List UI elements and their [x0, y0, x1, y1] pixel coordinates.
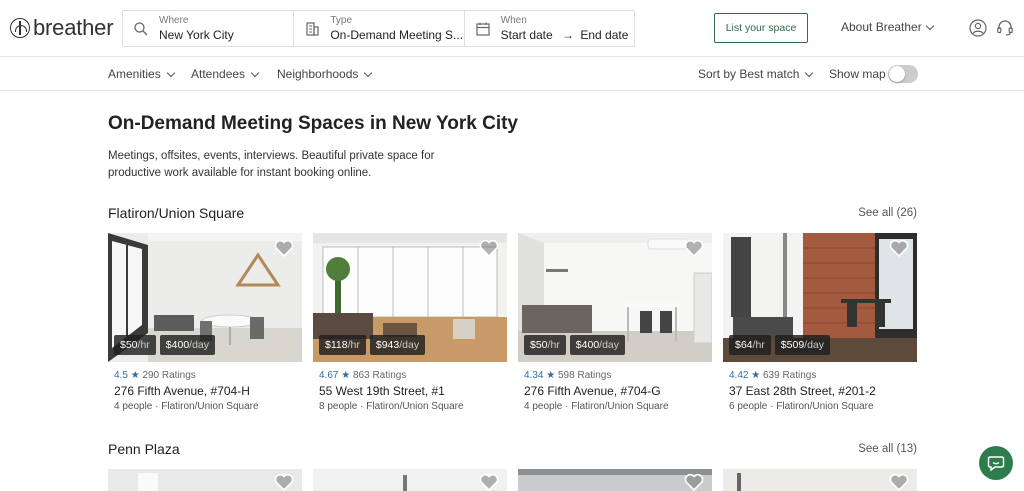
star-icon: ★: [130, 370, 140, 381]
start-date[interactable]: Start date: [501, 28, 553, 42]
hourly-price: $64/hr: [729, 335, 771, 355]
listing-photo[interactable]: $50/hr $400/day: [108, 233, 302, 362]
daily-price: $400/day: [159, 335, 216, 355]
neighborhoods-filter[interactable]: Neighborhoods: [277, 67, 373, 81]
favorite-heart-icon[interactable]: [274, 239, 294, 257]
building-icon: [306, 22, 319, 36]
daily-price: $509/day: [774, 335, 831, 355]
chevron-down-icon: [364, 68, 373, 77]
listing-title[interactable]: 276 Fifth Avenue, #704-G: [524, 384, 661, 398]
price-tags: $118/hr $943/day: [319, 335, 426, 355]
amenities-label: Amenities: [108, 67, 161, 81]
section-title: Penn Plaza: [108, 441, 180, 457]
type-label: Type: [330, 15, 353, 26]
filter-bar: Amenities Attendees Neighborhoods Sort b…: [0, 57, 1024, 91]
attendees-label: Attendees: [191, 67, 246, 81]
star-icon: ★: [751, 370, 761, 381]
listing-photo[interactable]: [108, 469, 302, 491]
listing-photo[interactable]: [518, 469, 712, 491]
where-field[interactable]: Where New York City: [123, 11, 295, 46]
daily-price: $400/day: [569, 335, 626, 355]
sort-dropdown[interactable]: Sort by Best match: [698, 67, 814, 81]
when-value: Start date → End date: [501, 28, 629, 42]
list-your-space-button[interactable]: List your space: [714, 13, 808, 43]
search-icon: [134, 22, 148, 36]
show-map-label: Show map: [829, 67, 886, 81]
show-map-toggle[interactable]: [888, 65, 918, 83]
star-icon: ★: [546, 370, 556, 381]
favorite-heart-icon[interactable]: [479, 473, 499, 491]
price-tags: $50/hr $400/day: [524, 335, 626, 355]
chevron-down-icon: [166, 68, 175, 77]
where-label: Where: [159, 15, 189, 26]
listing-photo[interactable]: [313, 469, 507, 491]
user-account-icon[interactable]: [969, 19, 987, 37]
page-title: On-Demand Meeting Spaces in New York Cit…: [108, 113, 519, 134]
attendees-filter[interactable]: Attendees: [191, 67, 260, 81]
listing-title[interactable]: 37 East 28th Street, #201-2: [729, 384, 876, 398]
sort-label: Sort by Best match: [698, 67, 800, 81]
favorite-heart-icon[interactable]: [889, 473, 909, 491]
see-all-link[interactable]: See all (13): [858, 443, 917, 455]
daily-price: $943/day: [369, 335, 426, 355]
amenities-filter[interactable]: Amenities: [108, 67, 175, 81]
arrow-right-icon: →: [562, 28, 575, 42]
listing-meta: 8 people · Flatiron/Union Square: [319, 401, 464, 412]
favorite-heart-icon[interactable]: [274, 473, 294, 491]
listing-photo[interactable]: $118/hr $943/day: [313, 233, 507, 362]
search-bar: Where New York City Type On-Demand Meeti…: [122, 10, 635, 47]
photo-detail: [403, 475, 407, 491]
hourly-price: $118/hr: [319, 335, 366, 355]
price-tags: $50/hr $400/day: [114, 335, 216, 355]
when-field[interactable]: When Start date → End date: [465, 11, 634, 46]
end-date[interactable]: End date: [580, 28, 628, 42]
listing-meta: 4 people · Flatiron/Union Square: [524, 401, 669, 412]
photo-detail: [518, 469, 712, 475]
listing-photo[interactable]: $64/hr $509/day: [723, 233, 917, 362]
brand-name: breather: [33, 15, 114, 40]
headset-support-icon[interactable]: [996, 19, 1014, 37]
favorite-heart-icon[interactable]: [479, 239, 499, 257]
listing-title[interactable]: 276 Fifth Avenue, #704-H: [114, 384, 250, 398]
type-value: On-Demand Meeting S...: [330, 28, 464, 42]
favorite-heart-icon[interactable]: [684, 473, 704, 491]
listing-meta: 6 people · Flatiron/Union Square: [729, 401, 874, 412]
top-header: breather Where New York City Type On-Dem…: [0, 0, 1024, 57]
page-description: Meetings, offsites, events, interviews. …: [108, 150, 435, 179]
see-all-link[interactable]: See all (26): [858, 207, 917, 219]
chat-support-button[interactable]: [979, 446, 1013, 480]
listing-photo[interactable]: $50/hr $400/day: [518, 233, 712, 362]
favorite-heart-icon[interactable]: [684, 239, 704, 257]
chevron-down-icon: [805, 68, 814, 77]
when-label: When: [500, 15, 527, 26]
photo-detail: [138, 473, 158, 491]
favorite-heart-icon[interactable]: [889, 239, 909, 257]
listing-photo[interactable]: [723, 469, 917, 491]
type-field[interactable]: Type On-Demand Meeting S...: [294, 11, 465, 46]
calendar-icon: [476, 22, 490, 36]
neighborhoods-label: Neighborhoods: [277, 67, 359, 81]
rating: 4.34 ★ 598 Ratings: [524, 370, 612, 381]
breather-logo-icon: [10, 18, 30, 38]
where-value: New York City: [159, 28, 234, 42]
rating: 4.42 ★ 639 Ratings: [729, 370, 817, 381]
chevron-down-icon: [925, 21, 934, 30]
price-tags: $64/hr $509/day: [729, 335, 831, 355]
about-breather-menu[interactable]: About Breather: [841, 20, 934, 34]
chevron-down-icon: [250, 68, 260, 77]
photo-detail: [737, 473, 741, 491]
rating: 4.5 ★ 290 Ratings: [114, 370, 196, 381]
hourly-price: $50/hr: [524, 335, 566, 355]
hourly-price: $50/hr: [114, 335, 156, 355]
star-icon: ★: [341, 370, 351, 381]
about-breather-label: About Breather: [841, 20, 922, 34]
chat-icon: [987, 456, 1005, 472]
section-title: Flatiron/Union Square: [108, 205, 245, 221]
listing-meta: 4 people · Flatiron/Union Square: [114, 401, 259, 412]
listing-title[interactable]: 55 West 19th Street, #1: [319, 384, 445, 398]
rating: 4.67 ★ 863 Ratings: [319, 370, 407, 381]
brand-logo[interactable]: breather: [10, 15, 114, 41]
